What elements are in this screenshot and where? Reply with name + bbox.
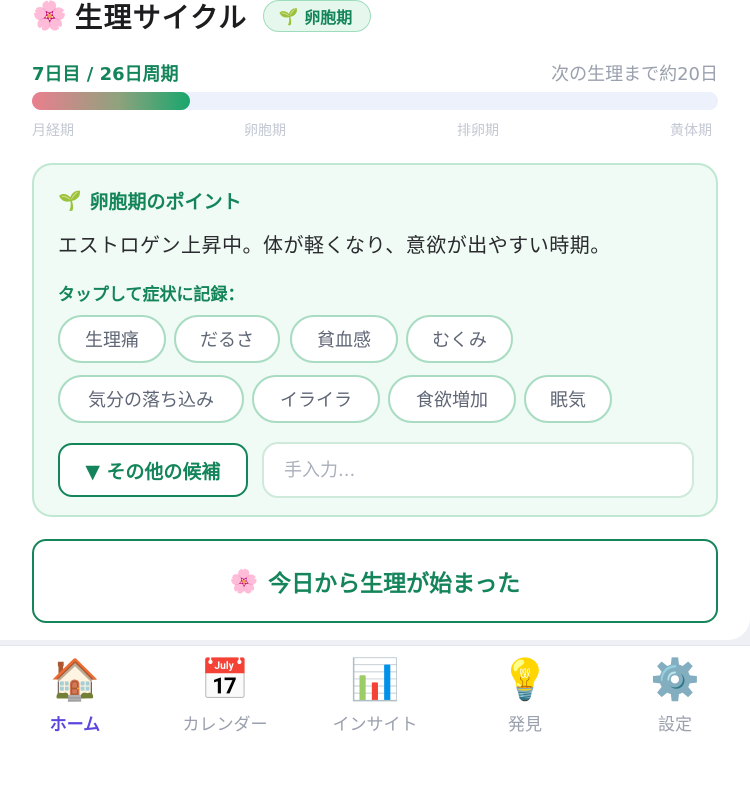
symptom-chip-fatigue[interactable]: だるさ — [174, 315, 280, 363]
cycle-day-count: 7日目 / 26日周期 — [32, 64, 179, 85]
next-period-countdown: 次の生理まで約20日 — [551, 64, 718, 85]
cherry-blossom-icon: 🌸 — [32, 0, 67, 32]
header: 🌸 生理サイクル 🌱 卵胞期 — [32, 0, 372, 34]
symptom-chip-swelling[interactable]: むくみ — [406, 315, 513, 363]
phase-badge: 🌱 卵胞期 — [263, 0, 372, 32]
period-start-button[interactable]: 🌸 今日から生理が始まった — [32, 539, 718, 623]
symptom-tap-prompt: タップして症状に記録： — [58, 285, 245, 305]
seedling-icon: 🌱 — [278, 6, 299, 26]
period-start-label: 今日から生理が始まった — [268, 571, 521, 597]
phase-label-ovulation: 排卵期 — [457, 123, 499, 139]
tab-label-discover: 発見 — [508, 715, 542, 735]
page-title: 生理サイクル — [74, 1, 248, 34]
symptom-chip-low-mood[interactable]: 気分の落ち込み — [58, 375, 244, 423]
bottom-tab-bar: 🏠 ホーム 📅 カレンダー 📊 インサイト 💡 発見 ⚙️ 設定 — [0, 645, 750, 812]
phase-info-title: 卵胞期のポイント — [89, 191, 242, 213]
symptom-chip-irritability[interactable]: イライラ — [252, 375, 380, 423]
calendar-icon: 📅 — [200, 657, 250, 703]
bar-chart-icon: 📊 — [350, 657, 400, 703]
phase-badge-label: 卵胞期 — [304, 8, 353, 27]
tab-label-settings: 設定 — [658, 715, 692, 735]
more-symptoms-button[interactable]: ▼ その他の候補 — [58, 443, 248, 497]
tab-label-calendar: カレンダー — [182, 715, 268, 735]
tab-discover[interactable]: 💡 発見 — [450, 656, 600, 736]
symptom-chip-anemia[interactable]: 貧血感 — [290, 315, 398, 363]
tab-label-insights: インサイト — [332, 715, 418, 735]
cycle-progress-fill — [32, 92, 190, 110]
gear-icon: ⚙️ — [650, 657, 700, 703]
cycle-progress-bar — [32, 92, 718, 110]
tab-label-home: ホーム — [49, 715, 101, 735]
cherry-blossom-icon: 🌸 — [229, 568, 259, 595]
phase-info-heading: 🌱 卵胞期のポイント — [58, 187, 242, 214]
lightbulb-icon: 💡 — [500, 657, 550, 703]
phase-label-menstrual: 月経期 — [32, 123, 74, 139]
symptom-manual-input[interactable] — [262, 442, 694, 498]
seedling-icon: 🌱 — [58, 190, 82, 212]
symptom-chip-sleepiness[interactable]: 眠気 — [524, 375, 612, 423]
phase-label-follicular: 卵胞期 — [244, 123, 286, 139]
phase-info-description: エストロゲン上昇中。体が軽くなり、意欲が出やすい時期。 — [58, 233, 611, 257]
house-icon: 🏠 — [50, 657, 100, 703]
tab-calendar[interactable]: 📅 カレンダー — [150, 656, 300, 736]
tab-insights[interactable]: 📊 インサイト — [300, 656, 450, 736]
phase-info-box: 🌱 卵胞期のポイント エストロゲン上昇中。体が軽くなり、意欲が出やすい時期。 タ… — [32, 163, 718, 517]
cycle-card: 🌸 生理サイクル 🌱 卵胞期 7日目 / 26日周期 次の生理まで約20日 月経… — [0, 0, 750, 640]
symptom-chip-appetite[interactable]: 食欲増加 — [388, 375, 516, 423]
symptom-chip-cramps[interactable]: 生理痛 — [58, 315, 166, 363]
phase-label-luteal: 黄体期 — [670, 123, 712, 139]
tab-home[interactable]: 🏠 ホーム — [0, 656, 150, 736]
tab-settings[interactable]: ⚙️ 設定 — [600, 656, 750, 736]
